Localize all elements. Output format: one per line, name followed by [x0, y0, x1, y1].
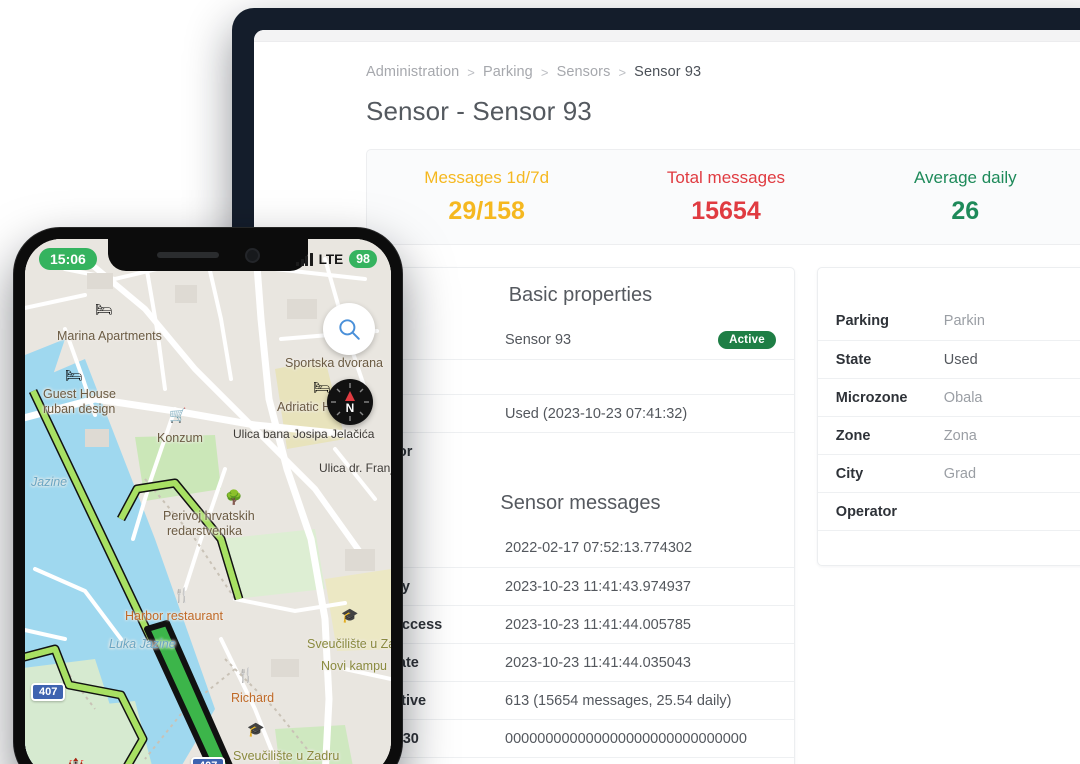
table-row: success 2023-10-23 11:41:44.005785 — [367, 605, 794, 643]
table-row: ry 30 000000000000000000000000000000 — [367, 719, 794, 757]
row-value: 2023-10-23 11:41:44.035043 — [505, 654, 691, 671]
table-row: state 2023-10-23 11:41:44.035043 — [367, 643, 794, 681]
table-row: Operator — [817, 492, 1080, 530]
row-value: 2023-10-23 11:41:43.974937 — [505, 578, 691, 595]
table-row — [367, 359, 794, 394]
status-badge: Active — [718, 331, 776, 349]
table-row: Parking Parkin — [818, 302, 1080, 340]
table-row: Used (2023-10-23 07:41:32) — [367, 394, 794, 432]
row-key: success — [385, 616, 443, 633]
row-key: active — [385, 692, 427, 709]
basic-properties-title: Basic properties — [508, 284, 653, 306]
breadcrumb-item-sensors[interactable]: Sensors — [557, 64, 611, 80]
row-key-city: City — [835, 465, 864, 482]
phone-viewport: Marina Apartments Sportska dvorana Guest H… — [25, 239, 391, 764]
row-key: state — [385, 655, 505, 671]
front-camera — [244, 247, 260, 263]
compass-icon: N — [329, 381, 371, 423]
row-value: 000000000000000000000000000000 — [505, 730, 747, 747]
search-icon — [339, 319, 360, 340]
stat-label: Messages 1d/7d — [424, 168, 550, 187]
device-corner-shadow — [992, 724, 1080, 764]
stat-total-messages: Total messages 15654 — [606, 168, 845, 226]
compass-north-letter: N — [346, 401, 355, 415]
row-key: any — [385, 579, 505, 595]
stat-messages-1d-7d: Messages 1d/7d 29/158 — [367, 168, 606, 226]
table-row: 2022-02-17 07:52:13.774302 — [367, 529, 794, 567]
row-value-microzone: Obala — [943, 389, 983, 406]
breadcrumb-item-parking[interactable]: Parking — [483, 64, 533, 80]
breadcrumb-separator: > — [467, 64, 475, 80]
panel-basic-and-messages: Basic properties Sensor 93 Active Used (… — [366, 267, 795, 764]
table-row: Zone Zona — [817, 416, 1080, 454]
table-row: State Used — [817, 340, 1080, 378]
row-key-parking: Parking — [835, 313, 889, 329]
route-shield: 407 — [31, 683, 66, 701]
table-row — [817, 530, 1080, 565]
stat-value: 15654 — [691, 197, 761, 225]
breadcrumb-separator: > — [540, 64, 549, 80]
location-rows: Parking Parkin State Used Microzone Obal… — [817, 302, 1080, 565]
stats-summary-card: Messages 1d/7d 29/158 Total messages 156… — [366, 149, 1080, 245]
row-value: 613 (15654 messages, 25.54 daily) — [505, 692, 732, 709]
breadcrumb-item-administration[interactable]: Administration — [366, 64, 459, 80]
details-panels: Basic properties Sensor 93 Active Used (… — [366, 267, 1080, 764]
page-title: Sensor - Sensor 93 — [366, 96, 592, 126]
stat-value: 26 — [951, 197, 980, 225]
row-key-operator: Operator — [835, 503, 898, 520]
row-value: 2022-02-17 07:52:13.774302 — [505, 540, 693, 556]
row-value-parking: Parkin — [943, 313, 985, 329]
stat-label: Average daily — [913, 168, 1017, 187]
stat-label: Total messages — [666, 168, 786, 187]
row-key-microzone: Microzone — [835, 389, 908, 406]
sensor-messages-rows: 2022-02-17 07:52:13.774302 any 2023-10-2… — [367, 529, 794, 764]
map-search-button[interactable] — [323, 303, 375, 355]
phone-device-frame: Marina Apartments Sportska dvorana Guest H… — [14, 228, 402, 764]
table-row: active 613 (15654 messages, 25.54 daily) — [367, 681, 794, 719]
screenshot-root: Administration > Parking > Sensors > Sen… — [0, 0, 1080, 764]
row-key: ry 30 — [385, 730, 419, 747]
table-row: any 2023-10-23 11:41:43.974937 — [367, 567, 794, 605]
row-value: 2023-10-23 11:41:44.005785 — [505, 616, 691, 633]
table-row: Sensor 93 Active — [367, 321, 794, 359]
breadcrumb-item-sensor-93: Sensor 93 — [634, 64, 702, 80]
table-row: Microzone Obala — [817, 378, 1080, 416]
route-shield: 407 — [191, 757, 226, 764]
breadcrumb-separator: > — [618, 64, 627, 80]
table-row: ator — [367, 432, 794, 470]
panel-top-spacer — [818, 268, 1080, 302]
earpiece-speaker — [156, 252, 219, 258]
row-value-zone: Zona — [943, 427, 977, 444]
basic-properties-rows: Sensor 93 Active Used (2023-10-23 07:41:… — [367, 321, 794, 470]
sensor-messages-title: Sensor messages — [500, 492, 661, 514]
table-row: City Grad — [817, 454, 1080, 492]
row-key-zone: Zone — [835, 427, 871, 444]
map-canvas[interactable]: Marina Apartments Sportska dvorana Guest H… — [25, 239, 391, 764]
panel-location-properties: Parking Parkin State Used Microzone Obal… — [816, 267, 1080, 566]
row-value-city: Grad — [943, 465, 977, 482]
phone-notch — [108, 239, 308, 271]
map-compass-button[interactable]: N — [327, 379, 373, 425]
table-row: al 30 444444444444444444444434443344 — [367, 757, 794, 764]
breadcrumb: Administration > Parking > Sensors > Sen… — [254, 64, 1080, 80]
row-key-state: State — [835, 351, 872, 368]
row-key: ator — [385, 444, 505, 460]
row-value: Sensor 93 — [505, 332, 572, 348]
row-value-state: Used — [943, 351, 978, 368]
stat-average-daily: Average daily 26 — [846, 168, 1080, 226]
browser-chrome-strip — [254, 30, 1080, 42]
stat-value: 29/158 — [448, 197, 525, 225]
row-value: Used (2023-10-23 07:41:32) — [505, 405, 688, 422]
